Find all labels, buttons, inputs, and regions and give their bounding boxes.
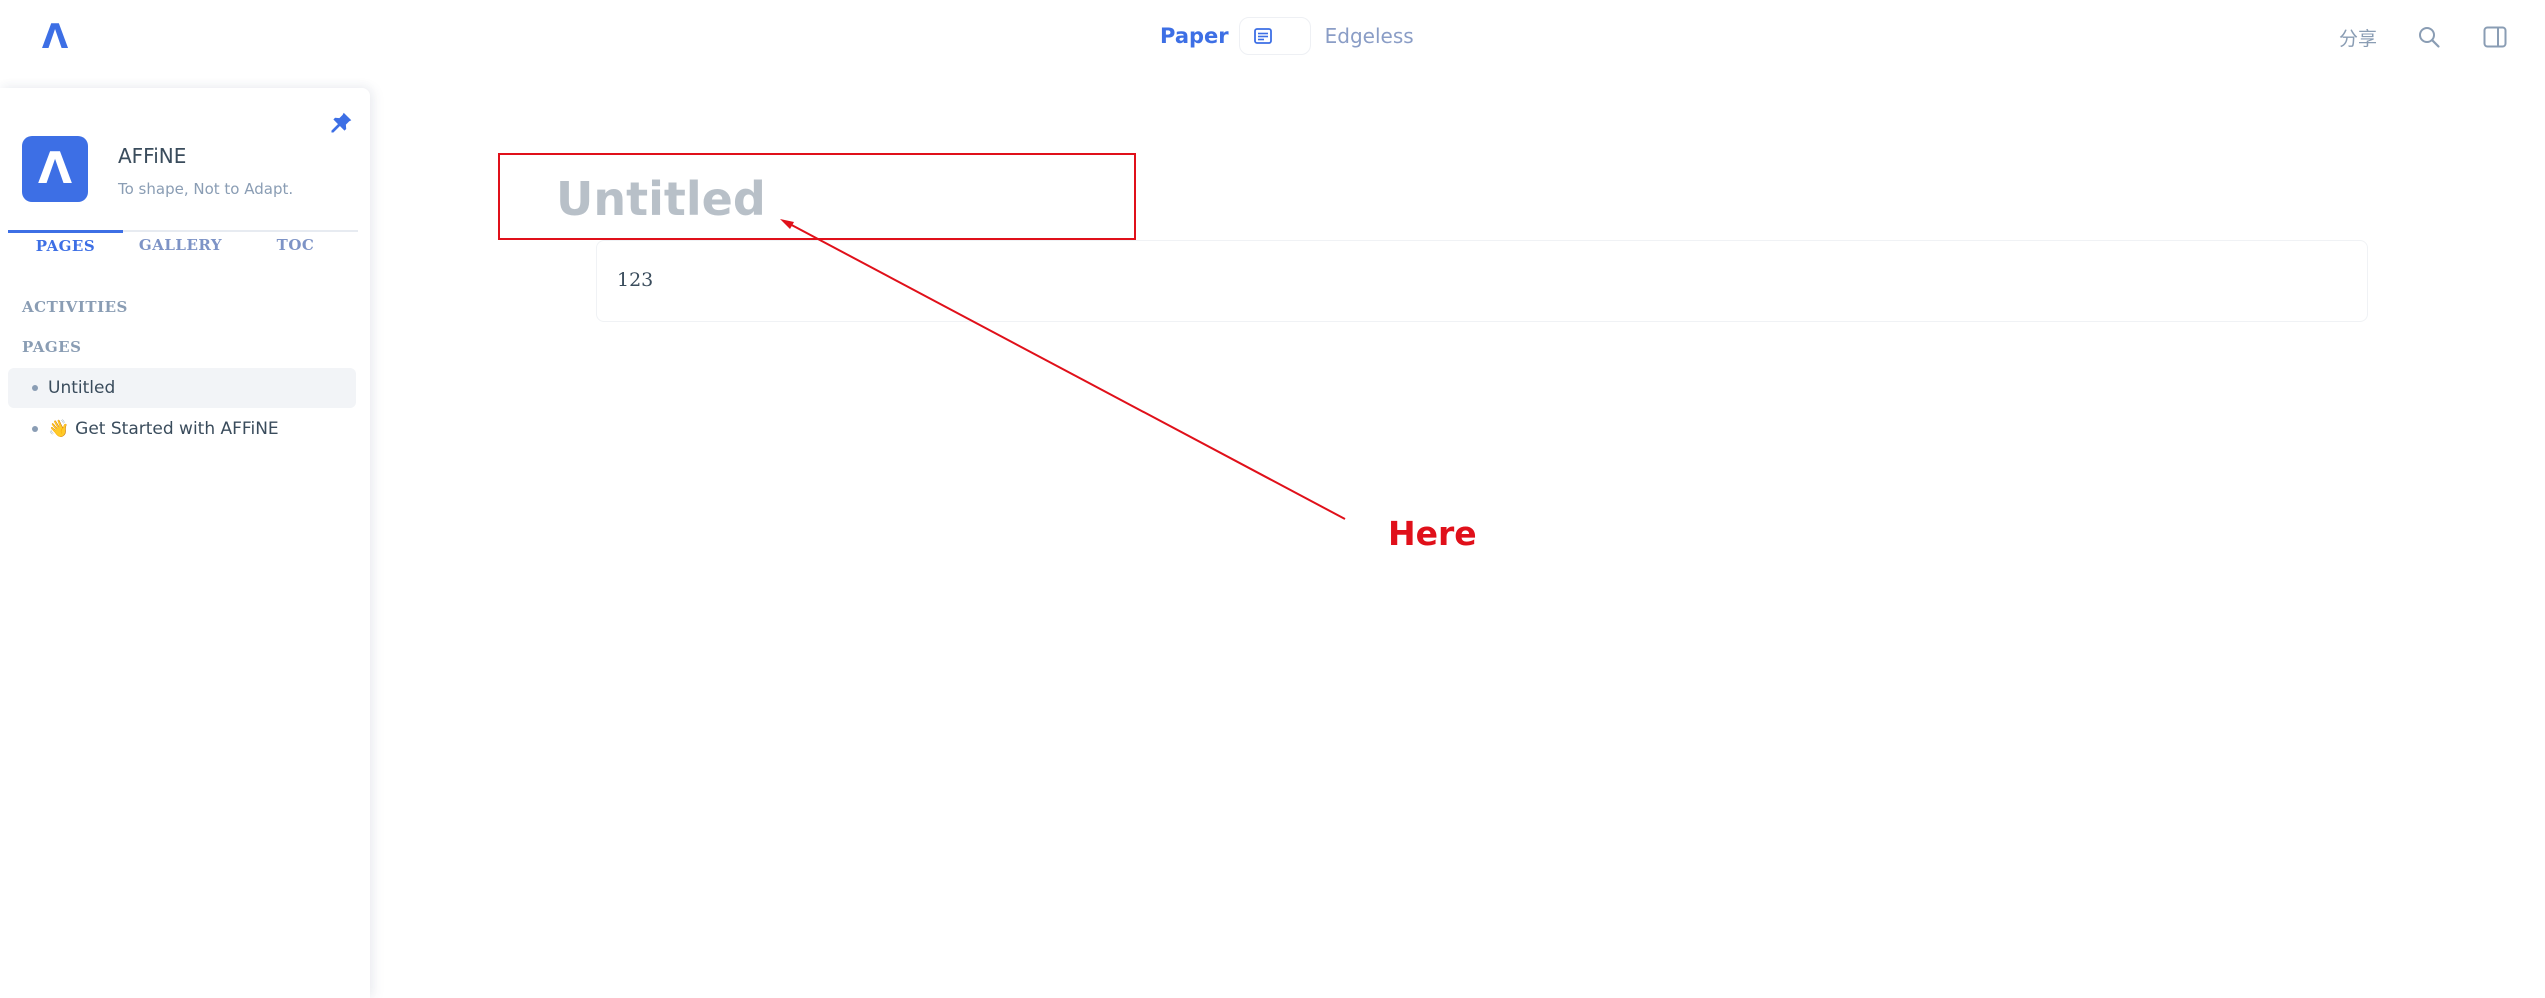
top-bar: Λ Paper Edgeless 分享 — [0, 0, 2545, 74]
mode-switch: Paper Edgeless — [1160, 16, 1414, 56]
annotation-highlight-box — [498, 153, 1136, 240]
page-item-title: Get Started with AFFiNE — [75, 419, 279, 439]
annotation-label: Here — [1388, 514, 1477, 553]
workspace-slogan: To shape, Not to Adapt. — [118, 180, 294, 198]
sidebar: Λ AFFiNE To shape, Not to Adapt. PAGES G… — [0, 88, 370, 998]
block-text: 123 — [617, 269, 654, 291]
pin-icon[interactable] — [328, 110, 354, 136]
page-item-get-started[interactable]: 👋 Get Started with AFFiNE — [8, 409, 356, 449]
mode-toggle[interactable] — [1238, 17, 1311, 55]
app-window: Λ Paper Edgeless 分享 Λ AFFiNE To shape, N… — [0, 0, 2545, 998]
wave-emoji-icon: 👋 — [48, 419, 70, 439]
workspace-avatar[interactable]: Λ — [22, 136, 88, 202]
paper-mode-icon — [1253, 28, 1272, 44]
edgeless-mode-button[interactable]: Edgeless — [1325, 24, 1414, 48]
sidebar-toggle-button[interactable] — [2479, 21, 2511, 53]
affine-logo[interactable]: Λ — [40, 20, 70, 54]
share-button[interactable]: 分享 — [2339, 24, 2377, 51]
tab-gallery[interactable]: GALLERY — [123, 232, 238, 276]
paper-mode-button[interactable]: Paper — [1160, 24, 1229, 48]
page-item-untitled[interactable]: Untitled — [8, 368, 356, 408]
page-item-title: Untitled — [48, 378, 116, 398]
tab-pages[interactable]: PAGES — [8, 230, 123, 274]
tab-toc[interactable]: TOC — [238, 232, 353, 276]
search-button[interactable] — [2413, 21, 2445, 53]
search-icon — [2419, 27, 2440, 48]
bullet-icon — [32, 385, 38, 391]
bullet-icon — [32, 426, 38, 432]
workspace-name: AFFiNE — [118, 144, 187, 168]
pages-section-label[interactable]: PAGES — [22, 338, 81, 356]
annotation-arrow — [780, 219, 1346, 520]
sidebar-tabs: PAGES GALLERY TOC — [8, 230, 358, 276]
text-block[interactable]: 123 — [596, 240, 2368, 322]
top-right-actions: 分享 — [2339, 18, 2545, 56]
activities-section-label[interactable]: ACTIVITIES — [22, 298, 128, 316]
sidebar-toggle-icon — [2483, 26, 2507, 48]
